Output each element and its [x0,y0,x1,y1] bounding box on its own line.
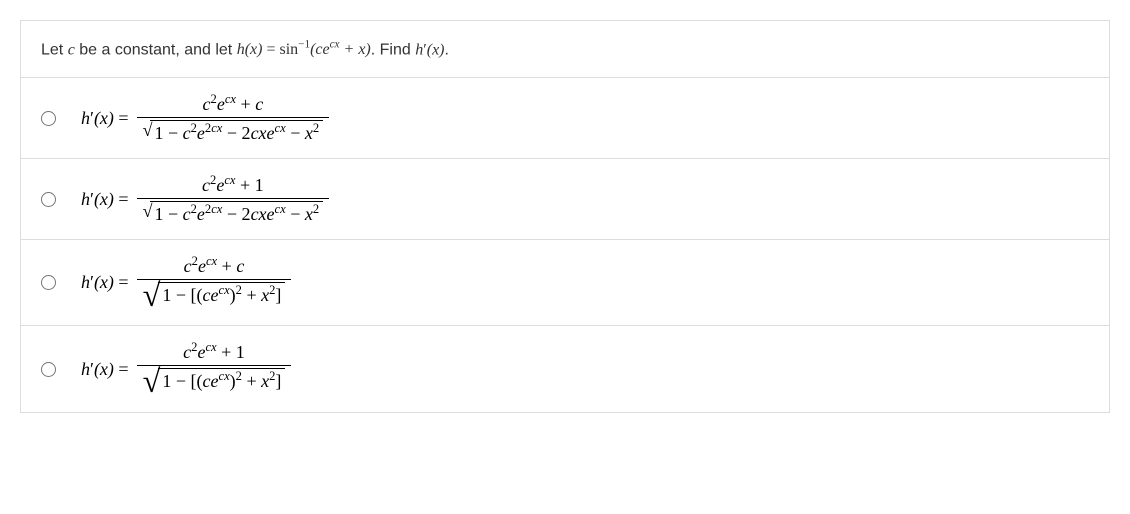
radio-cell [41,275,81,290]
find-expression: h′(x) [415,41,444,58]
question-text-mid1: be a constant, and let [75,41,237,58]
option-radio-4[interactable] [41,362,56,377]
radio-cell [41,111,81,126]
option-formula-4: h′(x) = c2ecx + 1 √ 1 − [(cecx)2 + x2] [81,338,291,399]
question-text-mid2: . Find [371,41,415,58]
radio-cell [41,192,81,207]
option-formula-3: h′(x) = c2ecx + c √ 1 − [(cecx)2 + x2] [81,252,291,313]
constant-var: c [68,41,75,58]
option-radio-2[interactable] [41,192,56,207]
option-formula-1: h′(x) = c2ecx + c √ 1 − c2e2cx − 2cxecx … [81,90,329,146]
question-text-suffix: . [445,41,449,58]
option-radio-3[interactable] [41,275,56,290]
question-container: Let c be a constant, and let h(x) = sin−… [20,20,1110,413]
question-text-prefix: Let [41,41,68,58]
option-row: h′(x) = c2ecx + c √ 1 − c2e2cx − 2cxecx … [21,78,1109,159]
options-list: h′(x) = c2ecx + c √ 1 − c2e2cx − 2cxecx … [21,78,1109,411]
function-definition: h(x) = sin−1(cecx + x) [237,41,371,58]
option-radio-1[interactable] [41,111,56,126]
option-row: h′(x) = c2ecx + c √ 1 − [(cecx)2 + x2] [21,240,1109,326]
question-prompt: Let c be a constant, and let h(x) = sin−… [21,21,1109,78]
option-row: h′(x) = c2ecx + 1 √ 1 − [(cecx)2 + x2] [21,326,1109,411]
radio-cell [41,362,81,377]
option-formula-2: h′(x) = c2ecx + 1 √ 1 − c2e2cx − 2cxecx … [81,171,329,227]
option-row: h′(x) = c2ecx + 1 √ 1 − c2e2cx − 2cxecx … [21,159,1109,240]
